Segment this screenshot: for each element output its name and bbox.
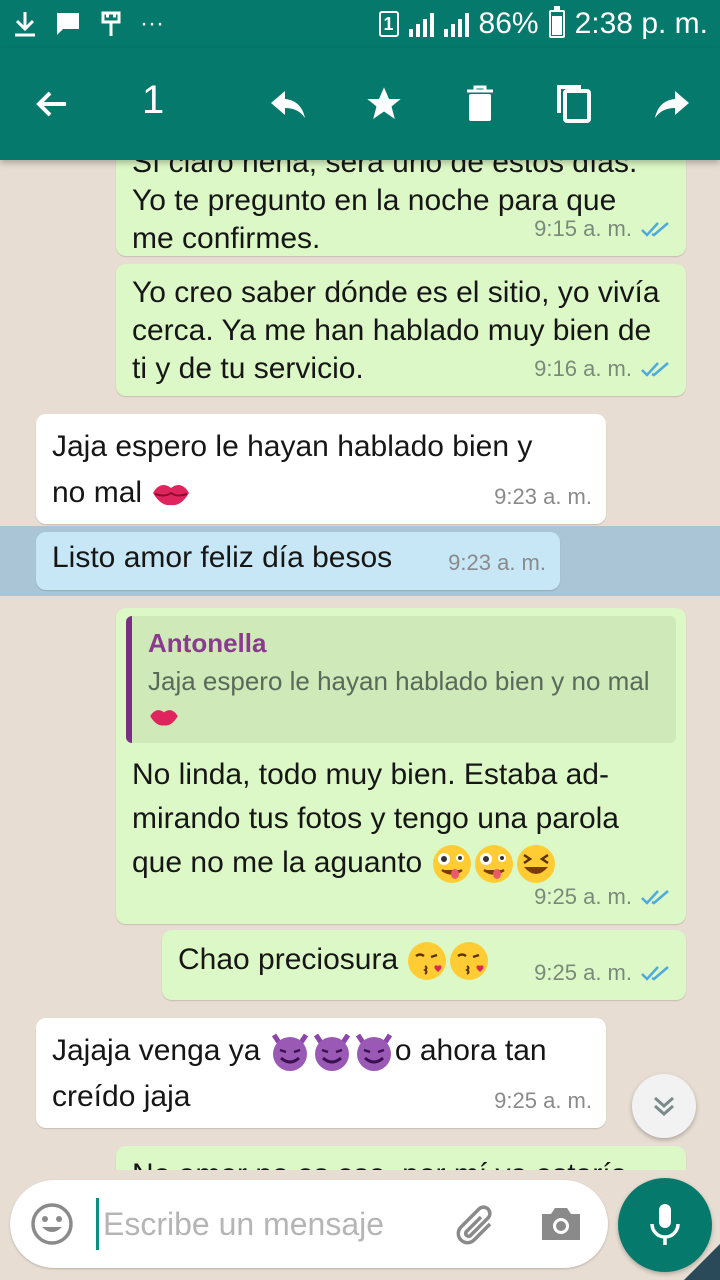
attach-button[interactable] (452, 1200, 500, 1248)
usb-icon (101, 11, 121, 36)
reply-button[interactable] (254, 70, 322, 138)
message-text-line2: creído jaja (52, 1080, 191, 1113)
attach-icon (456, 1205, 492, 1245)
message-text-partial: Sí claro nena, será uno de estos días. (132, 160, 638, 179)
signal-icon (408, 11, 434, 37)
message-bubble[interactable]: Jaja espero le hayan hablado bien y no m… (36, 414, 606, 524)
delete-icon (467, 85, 493, 121)
chevron-down-icon (654, 1096, 674, 1117)
message-input[interactable] (96, 1198, 436, 1250)
message-time: 9:25 a. m. (534, 884, 632, 909)
star-button[interactable] (350, 70, 418, 138)
battery-icon (548, 6, 565, 38)
smiley-icon (31, 1203, 73, 1245)
message-bubble-selected[interactable]: Listo amor feliz día besos 9:23 a. m. (36, 532, 560, 590)
message-icon (57, 13, 79, 35)
message-meta: 9:15 a. m. (534, 210, 672, 248)
status-bar: ··· 1 86% 2:38 p. m. (0, 0, 720, 48)
quoted-message[interactable]: Antonella Jaja espero le hayan hablado b… (126, 616, 676, 744)
camera-button[interactable] (538, 1202, 584, 1246)
zany-face-emoji (474, 845, 513, 884)
message-bubble[interactable]: Yo creo saber dónde es el sitio, yo viví… (116, 264, 686, 396)
chat-area[interactable]: Sí claro nena, será uno de estos días. Y… (0, 160, 720, 1170)
more-notifications-dots: ··· (140, 10, 164, 37)
message-time: 9:15 a. m. (534, 216, 632, 241)
double-check-icon (641, 222, 669, 237)
forward-icon (655, 91, 689, 118)
zany-face-emoji (432, 845, 471, 884)
message-bubble[interactable]: No amor no es eso, por mí ya estaría (116, 1146, 686, 1170)
emoji-button[interactable] (30, 1202, 74, 1246)
smiling-devil-emoji (313, 1033, 350, 1072)
download-icon (15, 12, 35, 37)
copy-button[interactable] (540, 70, 608, 138)
message-meta: 9:23 a. m. (448, 544, 546, 582)
quoted-author: Antonella (148, 628, 267, 658)
message-meta: 9:25 a. m. (534, 954, 672, 992)
message-text: Jajaja venga ya (52, 1034, 261, 1067)
smiling-devil-emoji (271, 1033, 308, 1072)
message-time: 9:25 a. m. (494, 1088, 592, 1113)
microphone-icon (650, 1204, 680, 1245)
star-icon (367, 87, 401, 119)
double-check-icon (641, 362, 669, 377)
selected-count: 1 (142, 78, 165, 122)
face-blowing-kiss-emoji (450, 942, 489, 981)
smiling-devil-emoji (355, 1033, 392, 1072)
double-check-icon (641, 966, 669, 981)
message-bubble[interactable]: Chao preciosura 9:25 a. m. (162, 930, 686, 1000)
message-content: No linda, todo muy bien. Estaba ad-miran… (126, 753, 666, 885)
camera-icon (542, 1208, 580, 1240)
message-composer (10, 1180, 608, 1268)
message-text: Jaja espero le hayan hablado bien y no m… (52, 430, 533, 509)
message-meta: 9:25 a. m. (534, 878, 672, 916)
battery-percent: 86% (478, 7, 539, 40)
quoted-text: Jaja espero le hayan hablado bien y no m… (148, 666, 650, 696)
message-meta: 9:16 a. m. (534, 350, 672, 388)
selection-action-bar: 1 (0, 48, 720, 160)
signal-2-icon (443, 11, 469, 37)
message-bubble[interactable]: Jajaja venga ya o ahora tan creído jaja … (36, 1018, 606, 1128)
message-text-partial: No amor no es eso, por mí ya estaría (132, 1156, 670, 1170)
message-time: 9:16 a. m. (534, 356, 632, 381)
message-time: 9:25 a. m. (534, 960, 632, 985)
clock: 2:38 p. m. (574, 7, 708, 40)
copy-icon (557, 85, 591, 123)
quoted-content: Jaja espero le hayan hablado bien y no m… (148, 664, 660, 733)
message-bubble[interactable]: Sí claro nena, será uno de estos días. Y… (116, 160, 686, 256)
voice-message-button[interactable] (618, 1178, 712, 1272)
message-text: Chao preciosura (178, 943, 399, 976)
kiss-mark-emoji (153, 485, 190, 506)
back-arrow-icon (36, 91, 66, 117)
delete-button[interactable] (446, 70, 514, 138)
scroll-to-bottom-button[interactable] (632, 1074, 696, 1138)
double-check-icon (641, 890, 669, 905)
forward-button[interactable] (638, 70, 706, 138)
message-time: 9:23 a. m. (448, 550, 546, 575)
message-bubble[interactable]: Antonella Jaja espero le hayan hablado b… (116, 608, 686, 924)
reply-icon (271, 91, 305, 118)
message-text-continued: o ahora tan (394, 1034, 547, 1067)
face-blowing-kiss-emoji (408, 942, 447, 981)
kiss-mark-emoji (150, 710, 178, 726)
message-meta: 9:25 a. m. (494, 1082, 592, 1120)
back-button[interactable] (18, 70, 86, 138)
sim-indicator: 1 (378, 11, 399, 37)
message-meta: 9:23 a. m. (494, 478, 592, 516)
message-time: 9:23 a. m. (494, 484, 592, 509)
